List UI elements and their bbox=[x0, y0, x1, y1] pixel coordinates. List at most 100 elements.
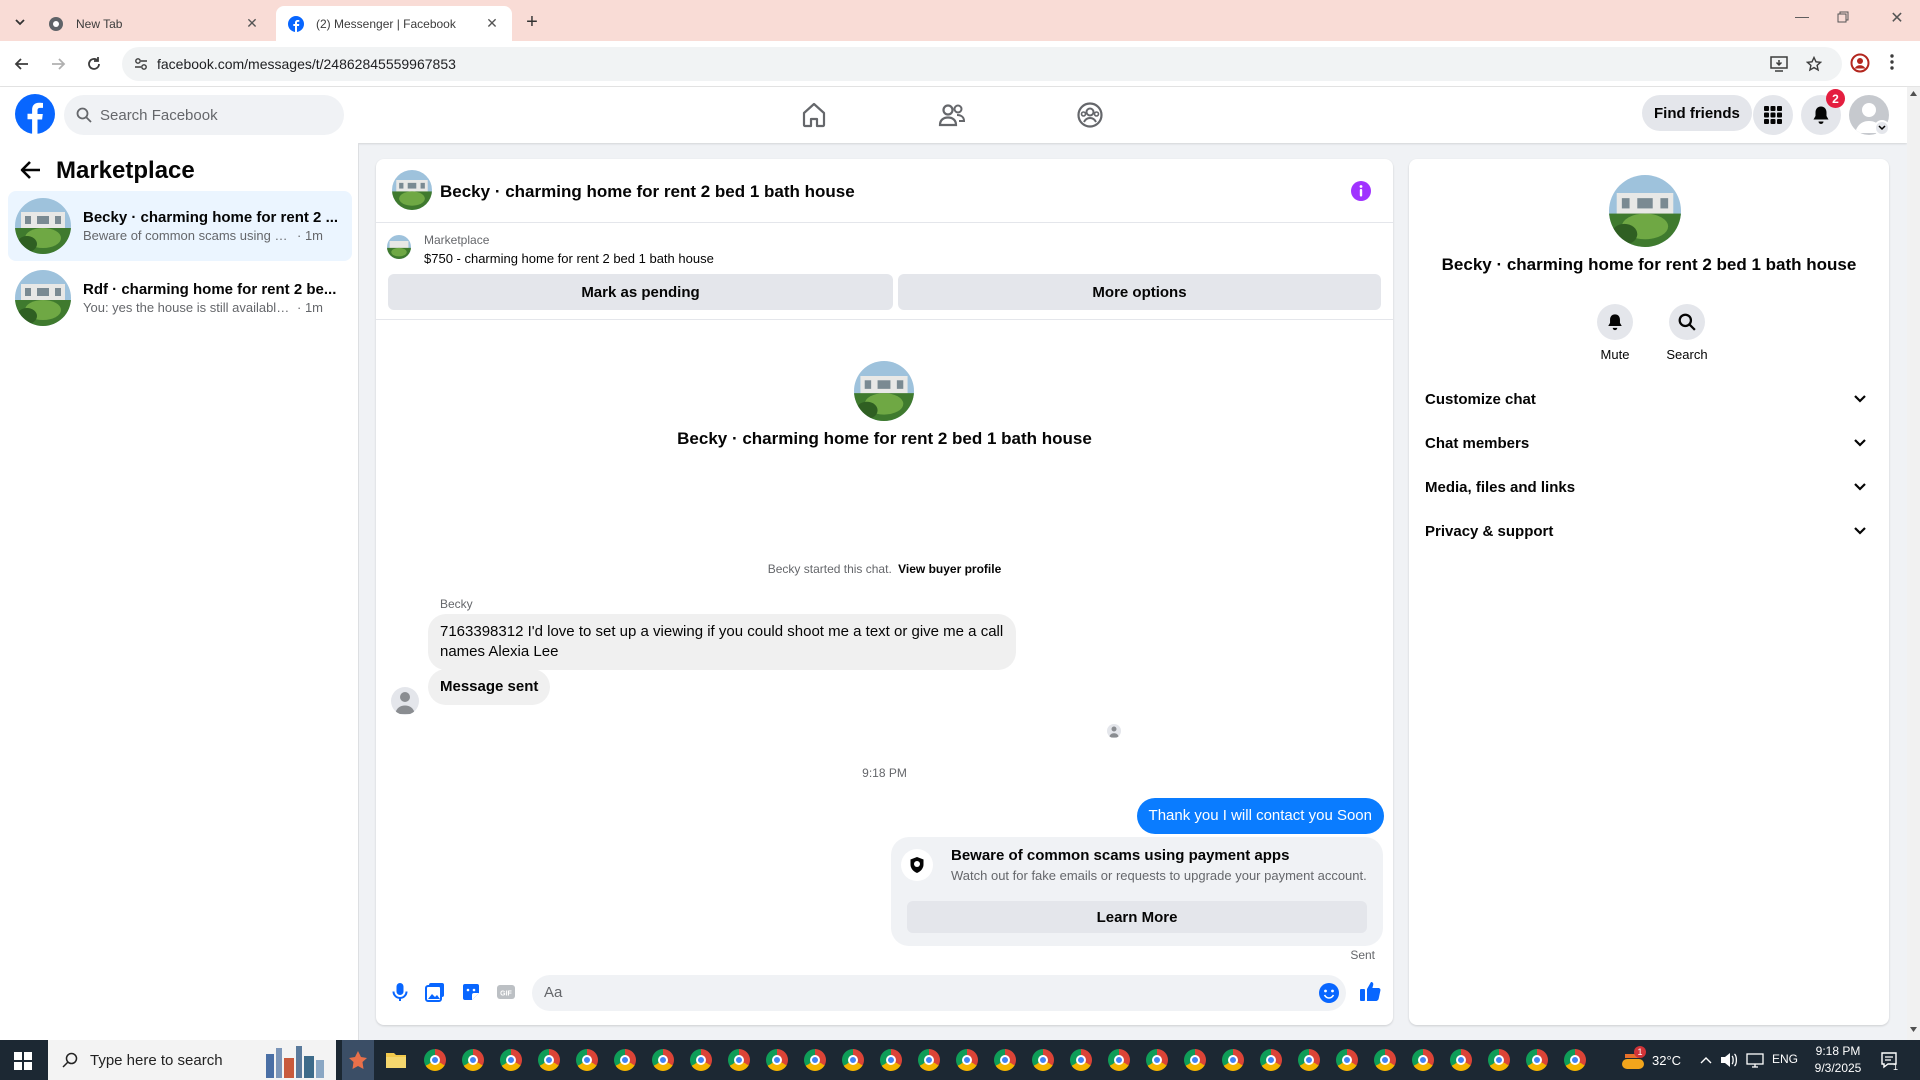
windows-start-icon[interactable] bbox=[14, 1052, 32, 1070]
message-input[interactable]: Aa bbox=[532, 975, 1346, 1011]
chrome-taskbar-icon[interactable] bbox=[804, 1049, 826, 1071]
chrome-taskbar-icon[interactable] bbox=[690, 1049, 712, 1071]
account-chevron-icon[interactable] bbox=[1874, 120, 1890, 136]
volume-icon[interactable] bbox=[1720, 1052, 1738, 1068]
listing-price-title[interactable]: $750 - charming home for rent 2 bed 1 ba… bbox=[424, 251, 714, 266]
address-bar[interactable]: facebook.com/messages/t/2486284555996785… bbox=[122, 47, 1842, 81]
tab-search-button[interactable] bbox=[8, 10, 32, 34]
chat-title[interactable]: Becky · charming home for rent 2 bed 1 b… bbox=[440, 182, 855, 202]
facebook-search-input[interactable]: Search Facebook bbox=[64, 95, 344, 135]
chrome-taskbar-icon[interactable] bbox=[1564, 1049, 1586, 1071]
install-app-icon[interactable] bbox=[1770, 56, 1788, 72]
taskbar-search-input[interactable]: Type here to search bbox=[48, 1040, 336, 1080]
chrome-taskbar-icon[interactable] bbox=[1374, 1049, 1396, 1071]
chrome-taskbar-icon[interactable] bbox=[1488, 1049, 1510, 1071]
incoming-message[interactable]: 7163398312 I'd love to set up a viewing … bbox=[428, 614, 1016, 670]
learn-more-button[interactable]: Learn More bbox=[907, 901, 1367, 933]
chrome-taskbar-icon[interactable] bbox=[918, 1049, 940, 1071]
network-icon[interactable] bbox=[1746, 1052, 1764, 1068]
language-indicator[interactable]: ENG bbox=[1772, 1052, 1798, 1066]
chat-avatar[interactable] bbox=[392, 170, 432, 210]
chrome-taskbar-icon[interactable] bbox=[500, 1049, 522, 1071]
section-media-files-links[interactable]: Media, files and links bbox=[1425, 469, 1873, 505]
chrome-taskbar-icon[interactable] bbox=[1184, 1049, 1206, 1071]
mark-as-pending-button[interactable]: Mark as pending bbox=[388, 274, 893, 310]
chrome-taskbar-icon[interactable] bbox=[1222, 1049, 1244, 1071]
profile-icon bbox=[1850, 53, 1870, 73]
chrome-taskbar-icon[interactable] bbox=[994, 1049, 1016, 1071]
minimize-button[interactable]: — bbox=[1790, 8, 1814, 32]
conversation-becky[interactable]: Becky · charming home for rent 2 ... Bew… bbox=[8, 191, 352, 261]
chrome-taskbar-icon[interactable] bbox=[766, 1049, 788, 1071]
file-explorer-icon[interactable] bbox=[385, 1050, 407, 1070]
scroll-down-arrow-icon[interactable] bbox=[1910, 1027, 1917, 1032]
chrome-taskbar-icon[interactable] bbox=[842, 1049, 864, 1071]
conversation-rdf[interactable]: Rdf · charming home for rent 2 be... You… bbox=[8, 263, 352, 333]
chrome-taskbar-icon[interactable] bbox=[880, 1049, 902, 1071]
chevron-up-icon[interactable] bbox=[1700, 1055, 1712, 1065]
chrome-taskbar-icon[interactable] bbox=[1146, 1049, 1168, 1071]
menu-button[interactable] bbox=[1753, 95, 1793, 135]
section-chat-members[interactable]: Chat members bbox=[1425, 425, 1873, 461]
close-window-button[interactable]: ✕ bbox=[1886, 8, 1908, 30]
sticker-icon[interactable] bbox=[460, 981, 482, 1003]
weather-widget[interactable]: 32°C bbox=[1620, 1040, 1681, 1080]
scroll-up-arrow-icon[interactable] bbox=[1910, 91, 1917, 96]
emoji-icon[interactable] bbox=[1318, 982, 1340, 1004]
chrome-taskbar-icon[interactable] bbox=[462, 1049, 484, 1071]
chrome-taskbar-icon[interactable] bbox=[538, 1049, 560, 1071]
outgoing-message[interactable]: Thank you I will contact you Soon bbox=[1136, 798, 1384, 834]
chrome-taskbar-icon[interactable] bbox=[1108, 1049, 1130, 1071]
mute-action[interactable]: Mute bbox=[1589, 304, 1641, 362]
page-scrollbar[interactable] bbox=[1907, 87, 1920, 1040]
profile-button[interactable] bbox=[1850, 53, 1872, 75]
facebook-logo-icon[interactable] bbox=[15, 94, 55, 134]
new-tab-button[interactable]: + bbox=[520, 10, 544, 34]
search-button[interactable] bbox=[1669, 304, 1705, 340]
groups-icon[interactable] bbox=[1076, 101, 1104, 129]
chrome-taskbar-icon[interactable] bbox=[728, 1049, 750, 1071]
chrome-menu-button[interactable] bbox=[1890, 54, 1906, 74]
chrome-taskbar-icon[interactable] bbox=[1298, 1049, 1320, 1071]
incoming-message[interactable]: Message sent bbox=[428, 669, 551, 705]
close-tab-icon[interactable]: ✕ bbox=[484, 15, 500, 32]
friends-icon[interactable] bbox=[938, 101, 966, 129]
chrome-taskbar-icon[interactable] bbox=[424, 1049, 446, 1071]
back-arrow-icon[interactable] bbox=[20, 160, 42, 180]
thumbs-up-icon[interactable] bbox=[1358, 979, 1382, 1003]
forward-button[interactable] bbox=[44, 50, 72, 78]
conversation-info-button[interactable] bbox=[1350, 180, 1372, 202]
close-tab-icon[interactable]: ✕ bbox=[244, 15, 260, 32]
find-friends-button[interactable]: Find friends bbox=[1642, 95, 1752, 131]
home-icon[interactable] bbox=[800, 101, 828, 129]
microphone-icon[interactable] bbox=[389, 981, 411, 1003]
bookmark-star-icon[interactable] bbox=[1806, 56, 1822, 72]
taskbar-app-active[interactable] bbox=[342, 1040, 374, 1080]
chrome-taskbar-icon[interactable] bbox=[956, 1049, 978, 1071]
chrome-taskbar-icon[interactable] bbox=[1526, 1049, 1548, 1071]
chrome-taskbar-icon[interactable] bbox=[1260, 1049, 1282, 1071]
tab-new-tab[interactable]: New Tab ✕ bbox=[36, 6, 272, 41]
back-button[interactable] bbox=[8, 50, 36, 78]
chrome-taskbar-icon[interactable] bbox=[1070, 1049, 1092, 1071]
photo-icon[interactable] bbox=[424, 981, 446, 1003]
chrome-taskbar-icon[interactable] bbox=[1032, 1049, 1054, 1071]
tab-messenger[interactable]: (2) Messenger | Facebook ✕ bbox=[276, 6, 512, 41]
view-buyer-profile-link[interactable]: View buyer profile bbox=[898, 562, 1001, 576]
section-privacy-support[interactable]: Privacy & support bbox=[1425, 513, 1873, 549]
site-info-icon[interactable] bbox=[134, 57, 148, 71]
clock[interactable]: 9:18 PM 9/3/2025 bbox=[1806, 1043, 1870, 1077]
chrome-taskbar-icon[interactable] bbox=[614, 1049, 636, 1071]
gif-icon[interactable]: GIF bbox=[495, 981, 517, 1003]
mute-button[interactable] bbox=[1597, 304, 1633, 340]
chrome-taskbar-icon[interactable] bbox=[652, 1049, 674, 1071]
chrome-taskbar-icon[interactable] bbox=[576, 1049, 598, 1071]
chrome-taskbar-icon[interactable] bbox=[1336, 1049, 1358, 1071]
chrome-taskbar-icon[interactable] bbox=[1412, 1049, 1434, 1071]
restore-button[interactable] bbox=[1836, 10, 1858, 32]
section-customize-chat[interactable]: Customize chat bbox=[1425, 381, 1873, 417]
reload-button[interactable] bbox=[80, 50, 108, 78]
chrome-taskbar-icon[interactable] bbox=[1450, 1049, 1472, 1071]
more-options-button[interactable]: More options bbox=[898, 274, 1381, 310]
search-action[interactable]: Search bbox=[1661, 304, 1713, 362]
